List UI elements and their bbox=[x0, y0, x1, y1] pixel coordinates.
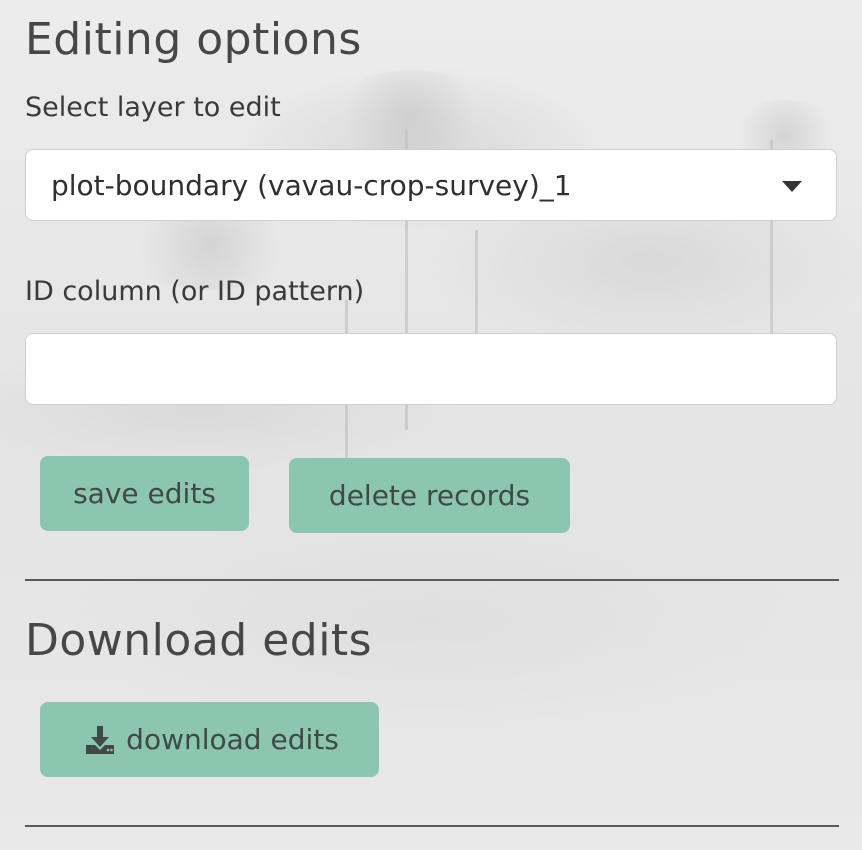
divider bbox=[25, 579, 839, 581]
download-edits-heading: Download edits bbox=[25, 615, 373, 666]
editing-options-heading: Editing options bbox=[25, 14, 362, 65]
save-edits-button[interactable]: save edits bbox=[40, 456, 249, 531]
delete-records-button[interactable]: delete records bbox=[289, 458, 570, 533]
download-edits-button[interactable]: download edits bbox=[40, 702, 379, 777]
download-icon bbox=[84, 724, 116, 756]
layer-select[interactable]: plot-boundary (vavau-crop-survey)_1 bbox=[25, 149, 837, 221]
id-column-input[interactable] bbox=[25, 333, 837, 405]
chevron-down-icon bbox=[782, 181, 802, 192]
layer-select-label: Select layer to edit bbox=[25, 92, 281, 123]
id-column-label: ID column (or ID pattern) bbox=[25, 276, 365, 307]
download-edits-label: download edits bbox=[126, 723, 339, 756]
layer-select-value: plot-boundary (vavau-crop-survey)_1 bbox=[51, 168, 572, 202]
divider bbox=[25, 825, 839, 827]
